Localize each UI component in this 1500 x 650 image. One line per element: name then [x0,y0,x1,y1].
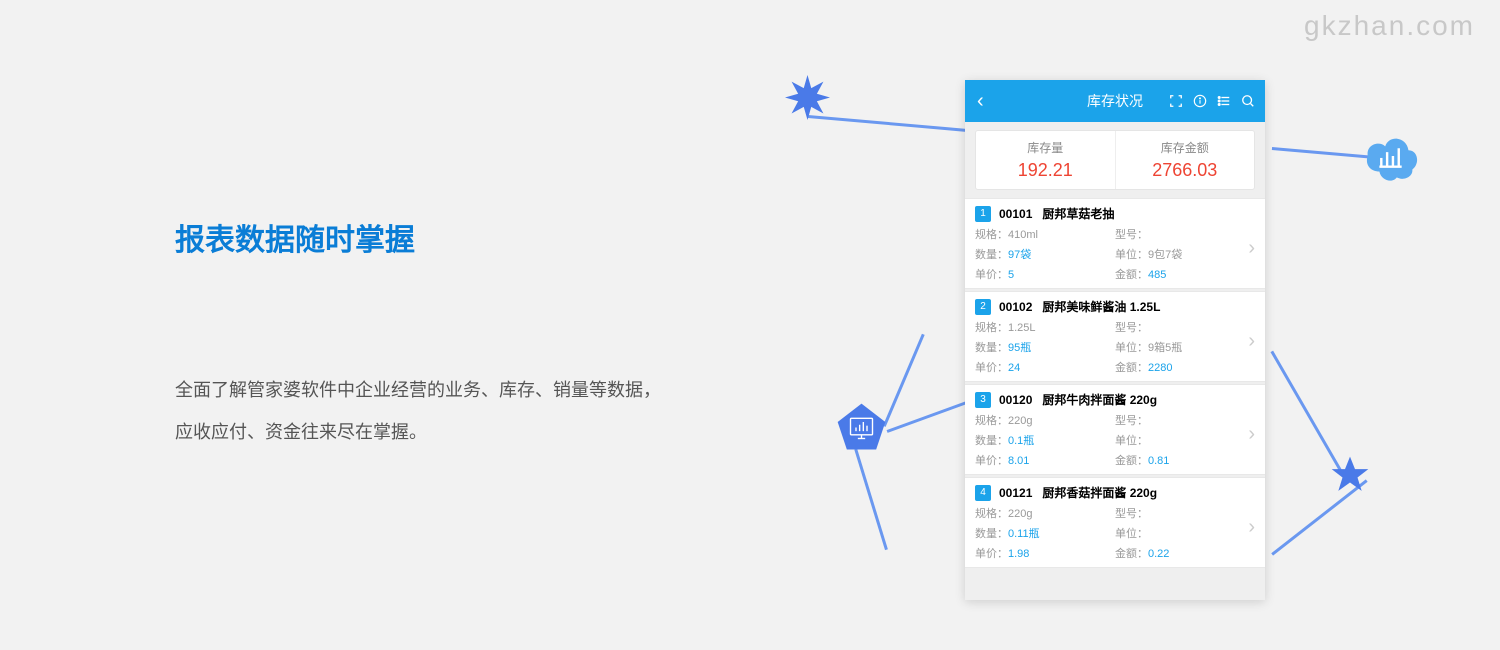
item-unit: 单位： [1115,432,1255,448]
marketing-text-section: 报表数据随时掌握 全面了解管家婆软件中企业经营的业务、库存、销量等数据，应收应付… [175,215,675,453]
search-icon[interactable] [1241,94,1255,108]
item-spec: 规格：1.25L [975,319,1115,335]
connector-line [808,115,968,131]
item-price: 单价：8.01 [975,452,1115,468]
item-model: 型号： [1115,226,1255,242]
watermark: gkzhan.com [1304,10,1475,42]
stat-label: 库存金额 [1116,139,1255,156]
item-model: 型号： [1115,319,1255,335]
stat-amount: 库存金额 2766.03 [1116,131,1255,189]
connector-line [1271,351,1343,473]
header-actions [1169,94,1255,108]
back-button[interactable]: ‹ [977,90,984,113]
item-amount: 金额：485 [1115,266,1255,282]
item-index-badge: 1 [975,206,991,222]
item-spec: 规格：220g [975,412,1115,428]
chevron-right-icon: › [1248,516,1255,539]
stat-label: 库存量 [976,139,1115,156]
item-name: 厨邦草菇老抽 [1042,205,1114,222]
monitor-chart-icon [834,400,889,455]
item-price: 单价：24 [975,359,1115,375]
connector-line [1271,479,1367,555]
item-qty: 数量：95瓶 [975,339,1115,355]
connector-line [887,400,971,432]
app-header: ‹ 库存状况 [965,80,1265,122]
item-name: 厨邦牛肉拌面酱 220g [1042,391,1157,408]
item-index-badge: 4 [975,485,991,501]
info-icon[interactable] [1193,94,1207,108]
item-price: 单价：5 [975,266,1115,282]
inventory-item[interactable]: 3 00120 厨邦牛肉拌面酱 220g 规格：220g 型号： 数量：0.1瓶… [965,384,1265,475]
stat-value: 192.21 [976,160,1115,181]
item-unit: 单位：9箱5瓶 [1115,339,1255,355]
chevron-right-icon: › [1248,330,1255,353]
connector-line [883,334,924,427]
item-qty: 数量：0.1瓶 [975,432,1115,448]
item-code: 00101 [999,207,1032,221]
mobile-app-screenshot: ‹ 库存状况 [965,80,1265,600]
connector-line [1272,147,1370,158]
starburst-icon [785,75,830,120]
chevron-right-icon: › [1248,423,1255,446]
list-icon[interactable] [1217,94,1231,108]
item-name: 厨邦美味鲜酱油 1.25L [1042,298,1160,315]
item-name: 厨邦香菇拌面酱 220g [1042,484,1157,501]
heading: 报表数据随时掌握 [175,215,675,259]
scan-icon[interactable] [1169,94,1183,108]
page-title: 库存状况 [1087,91,1143,111]
item-code: 00120 [999,393,1032,407]
item-index-badge: 3 [975,392,991,408]
item-qty: 数量：0.11瓶 [975,525,1115,541]
item-price: 单价：1.98 [975,545,1115,561]
item-model: 型号： [1115,412,1255,428]
stat-quantity: 库存量 192.21 [976,131,1116,189]
item-unit: 单位： [1115,525,1255,541]
item-unit: 单位：9包7袋 [1115,246,1255,262]
item-amount: 金额：0.22 [1115,545,1255,561]
item-qty: 数量：97袋 [975,246,1115,262]
item-amount: 金额：2280 [1115,359,1255,375]
inventory-item[interactable]: 1 00101 厨邦草菇老抽 规格：410ml 型号： 数量：97袋 单位：9包… [965,198,1265,289]
stat-value: 2766.03 [1116,160,1255,181]
item-code: 00102 [999,300,1032,314]
item-spec: 规格：410ml [975,226,1115,242]
item-spec: 规格：220g [975,505,1115,521]
item-index-badge: 2 [975,299,991,315]
chevron-right-icon: › [1248,237,1255,260]
item-amount: 金额：0.81 [1115,452,1255,468]
item-code: 00121 [999,486,1032,500]
item-model: 型号： [1115,505,1255,521]
inventory-item[interactable]: 2 00102 厨邦美味鲜酱油 1.25L 规格：1.25L 型号： 数量：95… [965,291,1265,382]
inventory-item[interactable]: 4 00121 厨邦香菇拌面酱 220g 规格：220g 型号： 数量：0.11… [965,477,1265,568]
description: 全面了解管家婆软件中企业经营的业务、库存、销量等数据，应收应付、资金往来尽在掌握… [175,369,675,453]
connector-line [855,449,888,550]
stats-card: 库存量 192.21 库存金额 2766.03 [975,130,1255,190]
cloud-analytics-icon [1360,125,1422,187]
